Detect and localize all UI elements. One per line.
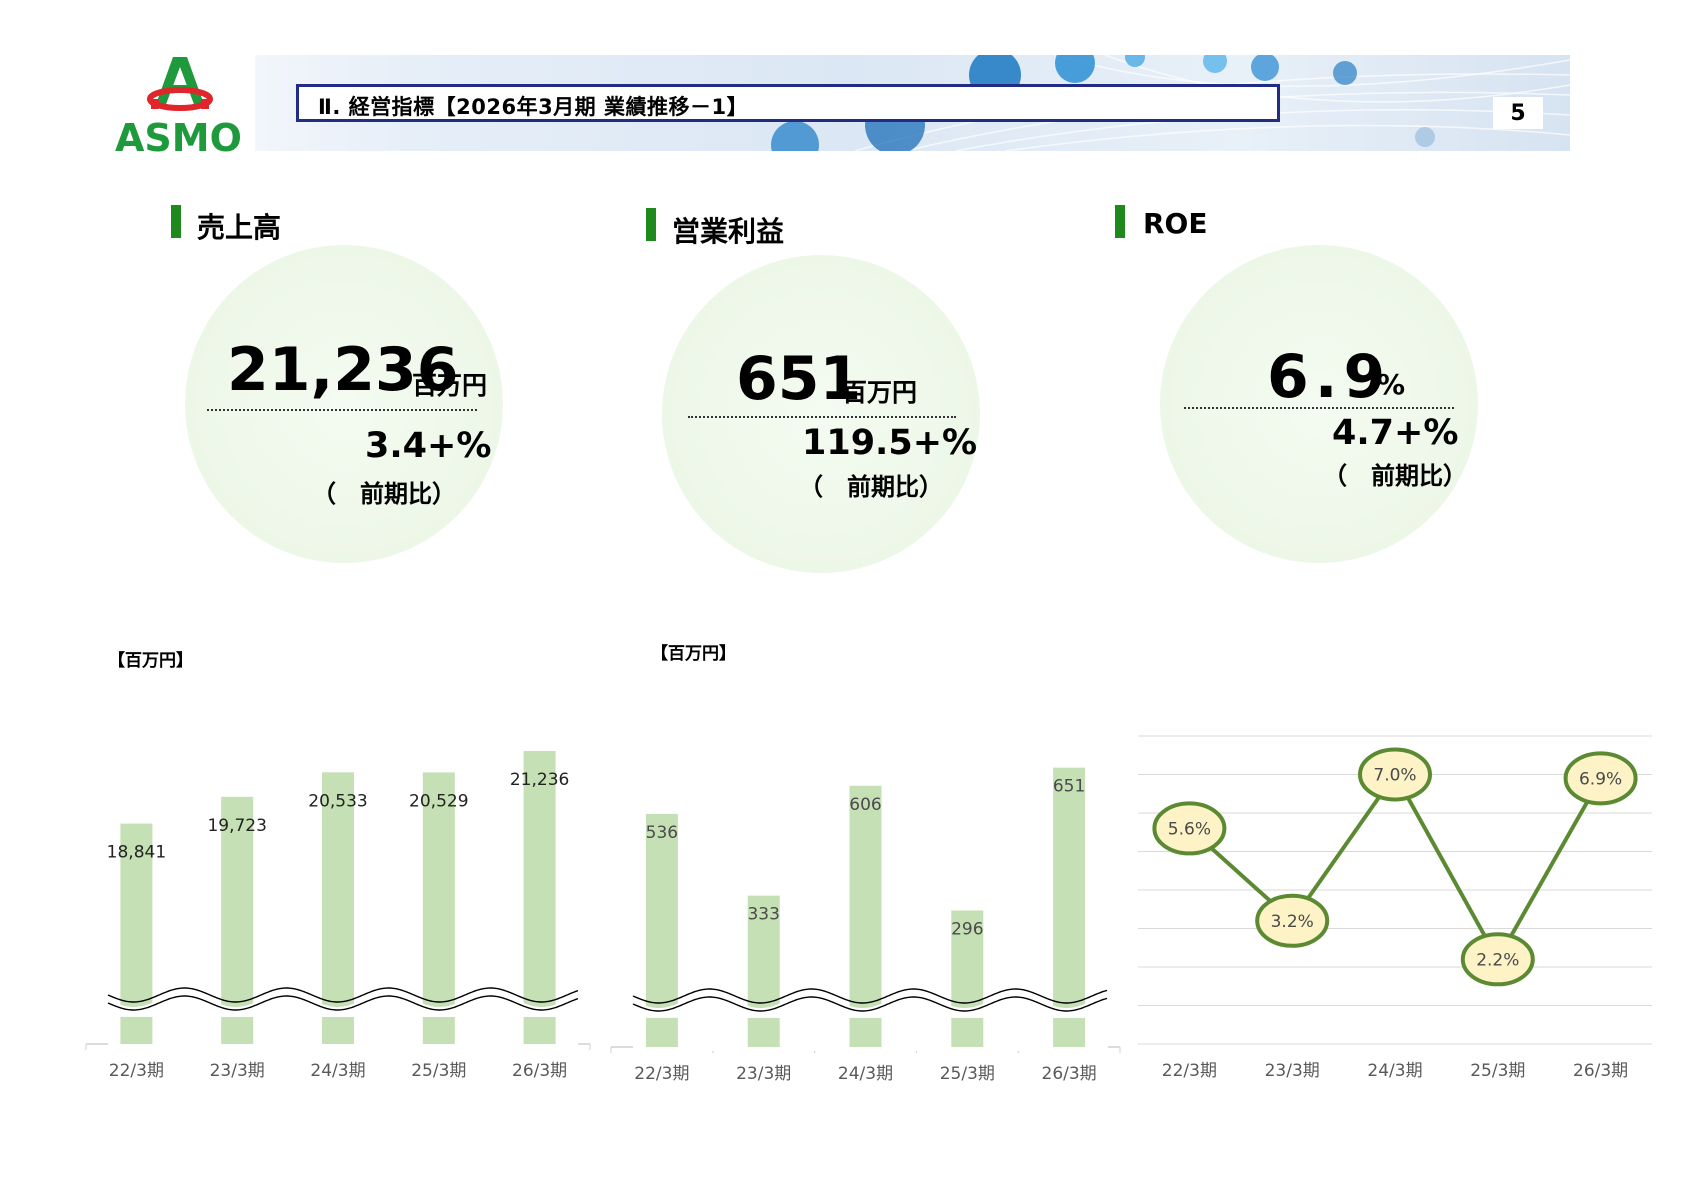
bar-stub (322, 1016, 354, 1044)
data-label: 651 (1053, 777, 1085, 797)
bar-stub (951, 1017, 984, 1047)
company-logo: ASMO (115, 55, 255, 160)
data-label: 20,529 (409, 791, 468, 811)
kpi-unit-roe: % (1377, 368, 1406, 401)
bar-stub (747, 1017, 780, 1047)
data-label: 296 (951, 920, 983, 940)
x-tick-label: 23/3期 (210, 1061, 265, 1081)
data-label: 18,841 (107, 843, 166, 863)
x-tick-label: 24/3期 (310, 1061, 365, 1081)
kpi-divider (1184, 407, 1454, 409)
kpi-label-roe: ROE (1143, 207, 1208, 240)
data-label: 536 (646, 823, 678, 843)
kpi-note-operating-profit: （ 前期比） (799, 473, 943, 501)
kpi-marker (171, 205, 181, 238)
bar-stub (1053, 1017, 1086, 1047)
x-tick-label: 24/3期 (838, 1064, 893, 1084)
x-tick-label: 23/3期 (1265, 1061, 1320, 1081)
x-tick-label: 25/3期 (1470, 1061, 1525, 1081)
bar (322, 772, 354, 1044)
data-label: 333 (747, 905, 779, 925)
kpi-marker (646, 208, 656, 241)
bar-stub (422, 1016, 455, 1044)
kpi-marker (1115, 205, 1125, 238)
kpi-unit-operating-profit: 百万円 (842, 378, 918, 407)
data-label: 2.2% (1476, 950, 1519, 970)
x-tick-label: 26/3期 (1042, 1064, 1097, 1084)
roe-line-chart: 5.6% 22/3期 3.2% 23/3期 7.0% 24/3期 2.2% 25/3期 6.9%… (1138, 735, 1652, 1081)
x-tick-label: 25/3期 (411, 1061, 466, 1081)
data-label: 5.6% (1168, 819, 1211, 839)
bar-stub (849, 1017, 882, 1047)
kpi-value-roe: 6.9 (1267, 342, 1392, 412)
bar-stub (645, 1017, 678, 1047)
x-tick-label: 22/3期 (109, 1061, 164, 1081)
kpi-circle-operating-profit (662, 255, 980, 573)
bar (1053, 767, 1086, 1047)
x-tick-label: 26/3期 (512, 1061, 567, 1081)
sales-bar-chart: 18,841 22/3期 19,723 23/3期 20,533 24/3期 20,529 2… (85, 750, 591, 1081)
x-tick-label: 24/3期 (1367, 1061, 1422, 1081)
bar (422, 772, 455, 1044)
x-tick-label: 22/3期 (1162, 1061, 1217, 1081)
data-label: 7.0% (1373, 766, 1416, 786)
logo-text: ASMO (115, 116, 242, 160)
roe-series-line (1188, 770, 1603, 964)
bar-stub (221, 1016, 254, 1044)
chart-unit-label: 【百万円】 (108, 651, 193, 671)
x-tick-label: 23/3期 (736, 1064, 791, 1084)
x-tick-label: 25/3期 (940, 1064, 995, 1084)
chart-unit-label: 【百万円】 (651, 644, 736, 664)
kpi-label-sales: 売上高 (197, 211, 282, 244)
kpi-divider (207, 409, 477, 411)
data-label: 3.2% (1271, 912, 1314, 932)
x-tick-label: 26/3期 (1573, 1061, 1628, 1081)
bar-stub (523, 1016, 556, 1044)
kpi-unit-sales: 百万円 (412, 371, 488, 400)
kpi-note-sales: （ 前期比） (312, 480, 456, 508)
x-tick-label: 22/3期 (634, 1064, 689, 1084)
kpi-note-roe: （ 前期比） (1323, 462, 1467, 490)
kpi-change-sales: 3.4+% (365, 426, 492, 466)
kpi-change-roe: 4.7+% (1332, 413, 1459, 453)
data-label: 21,236 (510, 770, 569, 790)
page-title: Ⅱ. 経営指標【2026年3月期 業績推移－1】 (318, 95, 749, 119)
page-number: 5 (1510, 101, 1526, 126)
data-label: 6.9% (1579, 769, 1622, 789)
data-label: 20,533 (308, 791, 367, 811)
kpi-change-operating-profit: 119.5+% (802, 423, 978, 463)
operating-profit-bar-chart: 536 22/3期 333 23/3期 606 24/3期 296 25/3期 651 26/3期 (610, 767, 1121, 1084)
data-label: 19,723 (207, 816, 266, 836)
data-label: 606 (849, 795, 881, 815)
kpi-divider (688, 416, 956, 418)
bar-stub (120, 1016, 153, 1044)
kpi-label-operating-profit: 営業利益 (672, 215, 785, 248)
